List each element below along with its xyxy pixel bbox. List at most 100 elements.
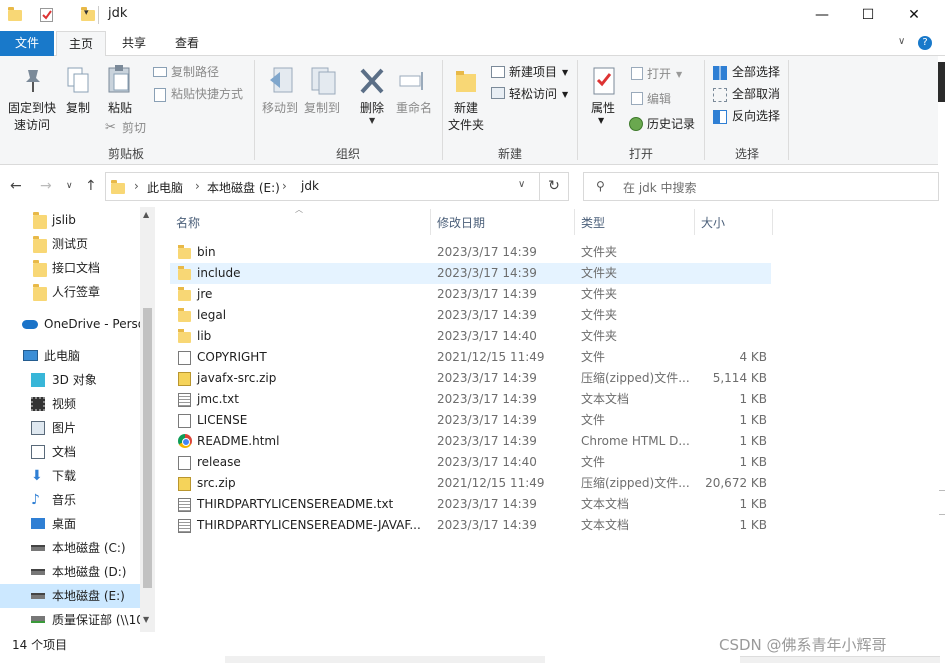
file-size: 4 KB xyxy=(739,350,767,364)
file-type: 文件 xyxy=(581,455,606,469)
expand-ribbon-icon[interactable]: ∨ xyxy=(898,36,905,47)
scroll-down-icon[interactable]: ▼ xyxy=(143,615,149,624)
easy-access-dropdown-icon[interactable]: ▼ xyxy=(562,90,568,99)
forward-button[interactable]: → xyxy=(40,178,52,194)
horizontal-scrollbar[interactable] xyxy=(225,656,545,663)
file-row[interactable]: THIRDPARTYLICENSEREADME.txt 2023/3/17 14:… xyxy=(170,494,771,515)
delete-dropdown-icon[interactable]: ▼ xyxy=(369,116,375,125)
file-date: 2023/3/17 14:39 xyxy=(437,497,537,511)
file-row[interactable]: include 2023/3/17 14:39 文件夹 xyxy=(170,263,771,284)
refresh-button[interactable]: ↻ xyxy=(539,172,569,201)
scroll-up-icon[interactable]: ▲ xyxy=(143,210,149,219)
new-item-dropdown-icon[interactable]: ▼ xyxy=(562,68,568,77)
file-row[interactable]: THIRDPARTYLICENSEREADME-JAVAF... 2023/3/1… xyxy=(170,515,771,536)
help-icon[interactable]: ? xyxy=(918,36,932,50)
breadcrumb-this-pc[interactable]: 此电脑 xyxy=(147,179,183,196)
easy-access-button[interactable]: 轻松访问 xyxy=(509,85,557,103)
tab-file[interactable]: 文件 xyxy=(0,31,54,56)
nav-item-drive-c[interactable]: 本地磁盘 (C:) xyxy=(0,536,140,560)
up-button[interactable]: ↑ xyxy=(85,178,97,194)
nav-item-downloads[interactable]: ⬇ 下载 xyxy=(0,464,140,488)
column-date[interactable]: 修改日期 xyxy=(437,214,485,231)
edit-button[interactable]: 编辑 xyxy=(647,90,671,108)
nav-item-pictures[interactable]: 图片 xyxy=(0,416,140,440)
minimize-button[interactable]: — xyxy=(799,4,845,26)
close-button[interactable]: ✕ xyxy=(891,4,937,26)
new-item-button[interactable]: 新建项目 xyxy=(509,63,557,81)
file-row[interactable]: COPYRIGHT 2021/12/15 11:49 文件 4 KB xyxy=(170,347,771,368)
paste-button[interactable]: 粘贴 xyxy=(102,100,138,117)
desktop-icon xyxy=(31,518,45,529)
recent-locations-icon[interactable]: ∨ xyxy=(66,181,73,191)
invert-selection-button[interactable]: 反向选择 xyxy=(732,107,780,125)
properties-check-icon[interactable] xyxy=(40,8,53,22)
tab-home[interactable]: 主页 xyxy=(56,31,106,57)
scrollbar-edge xyxy=(938,62,945,102)
properties-button[interactable]: 属性 xyxy=(584,100,622,117)
file-row[interactable]: README.html 2023/3/17 14:39 Chrome HTML D.… xyxy=(170,431,771,452)
open-dropdown-icon[interactable]: ▼ xyxy=(676,70,682,79)
file-row[interactable]: release 2023/3/17 14:40 文件 1 KB xyxy=(170,452,771,473)
file-row[interactable]: src.zip 2021/12/15 11:49 压缩(zipped)文件... 20… xyxy=(170,473,771,494)
nav-item-signature[interactable]: 人行签章 xyxy=(0,280,140,304)
nav-item-drive-e[interactable]: 本地磁盘 (E:) xyxy=(0,584,140,608)
nav-item-test-page[interactable]: 测试页 xyxy=(0,232,140,256)
customize-toolbar-icon[interactable]: ▾ xyxy=(84,8,98,22)
file-date: 2023/3/17 14:39 xyxy=(437,434,537,448)
breadcrumb-jdk[interactable]: jdk xyxy=(301,179,319,193)
cut-button[interactable]: 剪切 xyxy=(122,119,146,137)
file-row[interactable]: jre 2023/3/17 14:39 文件夹 xyxy=(170,284,771,305)
breadcrumb-drive-e[interactable]: 本地磁盘 (E:) xyxy=(207,179,280,196)
pin-quick-access-button[interactable]: 固定到快 速访问 xyxy=(4,100,60,134)
new-folder-button[interactable]: 新建 文件夹 xyxy=(444,100,488,134)
maximize-button[interactable]: ☐ xyxy=(845,4,891,26)
column-separator[interactable] xyxy=(694,209,695,235)
file-row[interactable]: jmc.txt 2023/3/17 14:39 文本文档 1 KB xyxy=(170,389,771,410)
nav-item-videos[interactable]: 视频 xyxy=(0,392,140,416)
tab-share[interactable]: 共享 xyxy=(112,31,156,56)
file-row[interactable]: javafx-src.zip 2023/3/17 14:39 压缩(zipped)文… xyxy=(170,368,771,389)
history-button[interactable]: 历史记录 xyxy=(647,115,695,133)
file-row[interactable]: LICENSE 2023/3/17 14:39 文件 1 KB xyxy=(170,410,771,431)
paste-shortcut-button[interactable]: 粘贴快捷方式 xyxy=(171,85,243,103)
address-bar[interactable]: › 此电脑 › 本地磁盘 (E:) › jdk ∨ xyxy=(105,172,540,201)
file-size: 1 KB xyxy=(739,455,767,469)
back-button[interactable]: ← xyxy=(10,178,22,194)
move-to-button[interactable]: 移动到 xyxy=(258,100,302,117)
file-date: 2023/3/17 14:39 xyxy=(437,287,537,301)
nav-item-music[interactable]: ♪ 音乐 xyxy=(0,488,140,512)
column-separator[interactable] xyxy=(772,209,773,235)
nav-item-this-pc[interactable]: 此电脑 xyxy=(0,344,140,368)
nav-scrollbar-thumb[interactable] xyxy=(143,308,152,588)
easy-access-icon xyxy=(491,87,505,99)
nav-item-onedrive[interactable]: OneDrive - Perso xyxy=(0,312,140,336)
properties-dropdown-icon[interactable]: ▼ xyxy=(598,116,604,125)
search-input[interactable]: ⚲ 在 jdk 中搜索 xyxy=(583,172,939,201)
nav-item-api-docs[interactable]: 接口文档 xyxy=(0,256,140,280)
nav-item-network-drive[interactable]: 质量保证部 (\\10 xyxy=(0,608,140,632)
file-row[interactable]: lib 2023/3/17 14:40 文件夹 xyxy=(170,326,771,347)
rename-button[interactable]: 重命名 xyxy=(392,100,436,117)
tab-view[interactable]: 查看 xyxy=(164,31,210,56)
column-name[interactable]: 名称 xyxy=(176,214,200,231)
nav-item-jslib[interactable]: jslib xyxy=(0,208,140,232)
copy-button[interactable]: 复制 xyxy=(60,100,96,117)
column-separator[interactable] xyxy=(430,209,431,235)
copy-path-button[interactable]: 复制路径 xyxy=(171,63,219,81)
select-none-button[interactable]: 全部取消 xyxy=(732,85,780,103)
copy-to-button[interactable]: 复制到 xyxy=(300,100,344,117)
address-dropdown-icon[interactable]: ∨ xyxy=(518,179,525,190)
file-row[interactable]: bin 2023/3/17 14:39 文件夹 xyxy=(170,242,771,263)
nav-item-desktop[interactable]: 桌面 xyxy=(0,512,140,536)
nav-item-3d-objects[interactable]: 3D 对象 xyxy=(0,368,140,392)
nav-item-documents[interactable]: 文档 xyxy=(0,440,140,464)
file-row[interactable]: legal 2023/3/17 14:39 文件夹 xyxy=(170,305,771,326)
select-all-button[interactable]: 全部选择 xyxy=(732,63,780,81)
column-type[interactable]: 类型 xyxy=(581,214,605,231)
column-separator[interactable] xyxy=(574,209,575,235)
column-size[interactable]: 大小 xyxy=(701,214,725,231)
chrome-icon xyxy=(178,434,192,448)
delete-button[interactable]: 删除 xyxy=(352,100,392,117)
nav-item-drive-d[interactable]: 本地磁盘 (D:) xyxy=(0,560,140,584)
open-button[interactable]: 打开 xyxy=(647,65,671,83)
